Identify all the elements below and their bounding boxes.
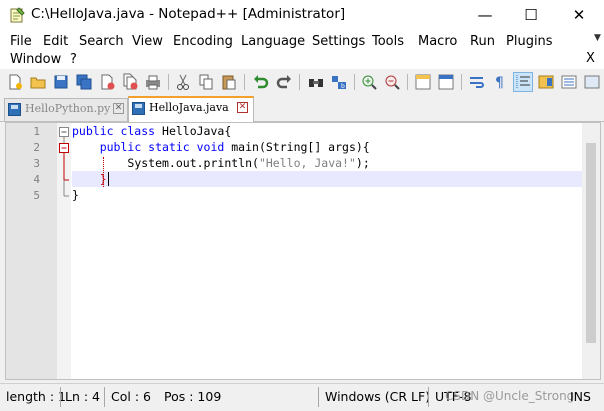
code-line-3: System.out.println("Hello, Java!"); bbox=[127, 156, 370, 170]
saved-file-icon bbox=[132, 102, 145, 115]
tab-hellopython[interactable]: HelloPython.py ✕ bbox=[4, 98, 128, 121]
menu-window[interactable]: Window bbox=[10, 51, 61, 68]
minimize-button[interactable]: — bbox=[462, 0, 508, 31]
svg-text:b: b bbox=[341, 83, 345, 90]
status-length: length : 1 bbox=[6, 389, 66, 404]
menu-tools[interactable]: Tools bbox=[372, 33, 404, 50]
window-title: C:\HelloJava.java - Notepad++ [Administr… bbox=[31, 6, 346, 22]
menu-edit[interactable]: Edit bbox=[43, 33, 68, 50]
line-number: 1 bbox=[33, 125, 40, 138]
menu-help[interactable]: ? bbox=[70, 51, 77, 68]
menu-plugins[interactable]: Plugins bbox=[506, 33, 553, 50]
watermark: CSDN @Uncle_Strong bbox=[445, 389, 575, 403]
status-line: Ln : 4 bbox=[65, 389, 100, 404]
new-file-icon[interactable] bbox=[6, 73, 24, 91]
menu-settings[interactable]: Settings bbox=[312, 33, 365, 50]
saved-file-icon bbox=[8, 103, 21, 116]
svg-text:¶: ¶ bbox=[495, 75, 504, 91]
document-tab-strip: HelloPython.py ✕ HelloJava.java ✕ bbox=[0, 95, 604, 123]
cut-icon[interactable] bbox=[174, 73, 192, 91]
paste-icon[interactable] bbox=[220, 73, 238, 91]
print-icon[interactable] bbox=[144, 73, 162, 91]
zoom-in-icon[interactable] bbox=[360, 73, 378, 91]
macro-record-icon[interactable] bbox=[583, 73, 601, 91]
function-list-icon[interactable] bbox=[560, 73, 578, 91]
save-all-icon[interactable] bbox=[75, 73, 93, 91]
text-caret bbox=[107, 172, 109, 186]
menu-macro[interactable]: Macro bbox=[418, 33, 457, 50]
menu-overflow-arrow-icon[interactable]: ▼ bbox=[594, 33, 601, 43]
menu-bar: File Edit Search View Encoding Language … bbox=[0, 31, 604, 69]
title-bar: C:\HelloJava.java - Notepad++ [Administr… bbox=[0, 0, 604, 31]
document-map-icon[interactable] bbox=[537, 73, 555, 91]
status-bar: length : 1 Ln : 4 Col : 6 Pos : 109 Wind… bbox=[0, 383, 604, 411]
code-editor[interactable]: 1 2 3 4 5 public class HelloJava{ public… bbox=[5, 122, 601, 380]
menu-encoding[interactable]: Encoding bbox=[173, 33, 233, 50]
line-number: 2 bbox=[33, 141, 40, 154]
sync-horizontal-icon[interactable] bbox=[437, 73, 455, 91]
menu-search[interactable]: Search bbox=[79, 33, 124, 50]
code-line-1: public class HelloJava{ bbox=[72, 124, 232, 138]
close-window-button[interactable]: ✕ bbox=[554, 0, 604, 31]
find-icon[interactable] bbox=[307, 73, 325, 91]
status-column: Col : 6 bbox=[111, 389, 151, 404]
maximize-button[interactable]: ☐ bbox=[508, 0, 554, 31]
status-position: Pos : 109 bbox=[164, 389, 222, 404]
close-all-icon[interactable] bbox=[121, 73, 139, 91]
word-wrap-icon[interactable] bbox=[468, 73, 486, 91]
line-number: 3 bbox=[33, 157, 40, 170]
notepad-app-icon bbox=[10, 7, 25, 23]
close-icon[interactable] bbox=[98, 73, 116, 91]
zoom-out-icon[interactable] bbox=[383, 73, 401, 91]
code-line-5: } bbox=[72, 188, 79, 202]
menu-run[interactable]: Run bbox=[470, 33, 495, 50]
fold-markers[interactable] bbox=[57, 123, 71, 213]
menu-file[interactable]: File bbox=[10, 33, 32, 50]
tab-label: HelloJava.java bbox=[149, 101, 229, 114]
line-number: 5 bbox=[33, 189, 40, 202]
tab-hellojava[interactable]: HelloJava.java ✕ bbox=[128, 96, 254, 123]
open-file-icon[interactable] bbox=[29, 73, 47, 91]
show-all-characters-icon[interactable]: ¶ bbox=[491, 73, 509, 91]
replace-icon[interactable]: b bbox=[330, 73, 348, 91]
copy-icon[interactable] bbox=[197, 73, 215, 91]
sync-vertical-icon[interactable] bbox=[414, 73, 432, 91]
tab-close-icon[interactable]: ✕ bbox=[113, 103, 124, 114]
code-line-4: } bbox=[99, 172, 109, 186]
toolbar: b ¶ bbox=[0, 69, 604, 95]
vertical-scrollbar[interactable] bbox=[582, 123, 600, 379]
menu-language[interactable]: Language bbox=[241, 33, 305, 50]
tab-label: HelloPython.py bbox=[25, 102, 111, 115]
undo-icon[interactable] bbox=[252, 73, 270, 91]
redo-icon[interactable] bbox=[275, 73, 293, 91]
code-line-2: public static void main(String[] args){ bbox=[99, 140, 370, 154]
tab-close-icon[interactable]: ✕ bbox=[237, 102, 248, 113]
status-eol-format[interactable]: Windows (CR LF) bbox=[325, 389, 430, 404]
current-line-highlight bbox=[72, 171, 582, 187]
menu-view[interactable]: View bbox=[132, 33, 163, 50]
close-document-button[interactable]: X bbox=[586, 51, 595, 66]
scrollbar-thumb[interactable] bbox=[586, 143, 596, 343]
status-insert-mode: INS bbox=[570, 389, 591, 404]
line-number: 4 bbox=[33, 173, 40, 186]
indent-guide-icon[interactable] bbox=[513, 72, 533, 92]
save-icon[interactable] bbox=[52, 73, 70, 91]
